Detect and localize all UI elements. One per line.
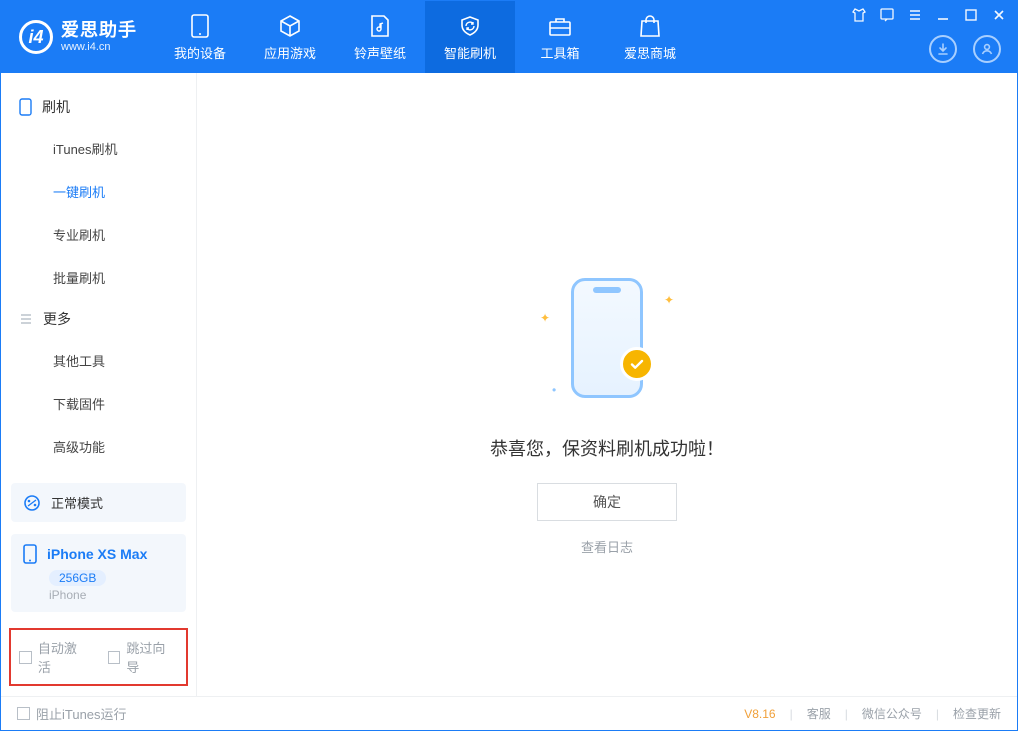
app-url: www.i4.cn: [61, 41, 137, 53]
highlighted-checkbox-row: 自动激活 跳过向导: [9, 628, 188, 686]
feedback-icon[interactable]: [879, 7, 895, 23]
tab-flash[interactable]: 智能刷机: [425, 1, 515, 73]
divider: |: [845, 707, 848, 721]
tab-label: 应用游戏: [264, 43, 316, 62]
app-name: 爱思助手: [61, 21, 137, 41]
device-type: iPhone: [49, 588, 174, 602]
divider: |: [790, 707, 793, 721]
bag-icon: [637, 13, 663, 39]
cube-icon: [277, 13, 303, 39]
checkbox-auto-activate[interactable]: 自动激活: [19, 638, 90, 676]
footer-link-wechat[interactable]: 微信公众号: [862, 705, 922, 722]
tab-label: 爱思商城: [624, 43, 676, 62]
mode-label: 正常模式: [51, 493, 103, 512]
tab-label: 铃声壁纸: [354, 43, 406, 62]
view-log-link[interactable]: 查看日志: [581, 537, 633, 556]
success-message: 恭喜您，保资料刷机成功啦！: [490, 435, 724, 461]
device-small-icon: [19, 98, 32, 116]
menu-icon[interactable]: [907, 7, 923, 23]
sidebar-group-flash: 刷机: [1, 87, 196, 127]
sidebar-item-batch-flash[interactable]: 批量刷机: [1, 256, 196, 299]
sidebar-item-oneclick-flash[interactable]: 一键刷机: [1, 170, 196, 213]
checkbox-label: 跳过向导: [126, 638, 178, 676]
checkbox-skip-guide[interactable]: 跳过向导: [108, 638, 179, 676]
footer-link-support[interactable]: 客服: [807, 705, 831, 722]
sidebar-item-pro-flash[interactable]: 专业刷机: [1, 213, 196, 256]
header-bar: i4 爱思助手 www.i4.cn 我的设备 应用游戏: [1, 1, 1017, 73]
list-icon: [19, 312, 33, 326]
tab-ringtone-wallpaper[interactable]: 铃声壁纸: [335, 1, 425, 73]
main-content: ✦ ✦ • 恭喜您，保资料刷机成功啦！ 确定 查看日志: [197, 73, 1017, 696]
maximize-button[interactable]: [963, 7, 979, 23]
checkbox-icon: [17, 707, 30, 720]
checkbox-block-itunes[interactable]: 阻止iTunes运行: [17, 704, 127, 723]
minimize-button[interactable]: [935, 7, 951, 23]
checkbox-label: 自动激活: [38, 638, 90, 676]
download-button[interactable]: [929, 35, 957, 63]
sparkle-icon: ✦: [664, 293, 674, 307]
tab-label: 我的设备: [174, 43, 226, 62]
device-name: iPhone XS Max: [47, 546, 147, 562]
tab-my-device[interactable]: 我的设备: [155, 1, 245, 73]
sparkle-icon: ✦: [540, 311, 550, 325]
body: 刷机 iTunes刷机 一键刷机 专业刷机 批量刷机 更多 其他工具 下载固件 …: [1, 73, 1017, 696]
tab-label: 智能刷机: [444, 43, 496, 62]
device-storage-badge: 256GB: [49, 570, 106, 586]
close-button[interactable]: [991, 7, 1007, 23]
footer-bar: 阻止iTunes运行 V8.16 | 客服 | 微信公众号 | 检查更新: [1, 696, 1017, 730]
sidebar-item-other-tools[interactable]: 其他工具: [1, 339, 196, 382]
window-controls: [851, 7, 1007, 23]
sidebar-item-advanced[interactable]: 高级功能: [1, 425, 196, 468]
sidebar-group-more: 更多: [1, 299, 196, 339]
device-mode-status[interactable]: 正常模式: [11, 483, 186, 522]
account-button[interactable]: [973, 35, 1001, 63]
logo: i4 爱思助手 www.i4.cn: [1, 1, 155, 73]
sidebar-group-label: 刷机: [42, 97, 70, 117]
checkbox-icon: [108, 651, 121, 664]
logo-icon: i4: [19, 20, 53, 54]
tab-apps-games[interactable]: 应用游戏: [245, 1, 335, 73]
version-label: V8.16: [744, 707, 775, 721]
refresh-shield-icon: [457, 13, 483, 39]
sidebar: 刷机 iTunes刷机 一键刷机 专业刷机 批量刷机 更多 其他工具 下载固件 …: [1, 73, 197, 696]
footer-link-update[interactable]: 检查更新: [953, 705, 1001, 722]
toolbox-icon: [547, 13, 573, 39]
tab-toolbox[interactable]: 工具箱: [515, 1, 605, 73]
app-window: i4 爱思助手 www.i4.cn 我的设备 应用游戏: [0, 0, 1018, 731]
ok-button[interactable]: 确定: [537, 483, 677, 521]
header-account-icons: [929, 35, 1001, 63]
device-card[interactable]: iPhone XS Max 256GB iPhone: [11, 534, 186, 612]
mode-icon: [23, 494, 41, 512]
checkbox-label: 阻止iTunes运行: [36, 704, 127, 723]
success-illustration: ✦ ✦ •: [532, 263, 682, 413]
tab-label: 工具箱: [540, 43, 579, 62]
shirt-icon[interactable]: [851, 7, 867, 23]
device-icon: [23, 544, 37, 564]
check-badge-icon: [620, 347, 654, 381]
divider: |: [936, 707, 939, 721]
tab-store[interactable]: 爱思商城: [605, 1, 695, 73]
phone-icon: [187, 13, 213, 39]
checkbox-icon: [19, 651, 32, 664]
main-tabs: 我的设备 应用游戏 铃声壁纸 智能刷机: [155, 1, 695, 73]
sparkle-icon: •: [552, 383, 556, 397]
sidebar-item-download-firmware[interactable]: 下载固件: [1, 382, 196, 425]
sidebar-group-label: 更多: [43, 309, 71, 329]
music-file-icon: [367, 13, 393, 39]
sidebar-item-itunes-flash[interactable]: iTunes刷机: [1, 127, 196, 170]
